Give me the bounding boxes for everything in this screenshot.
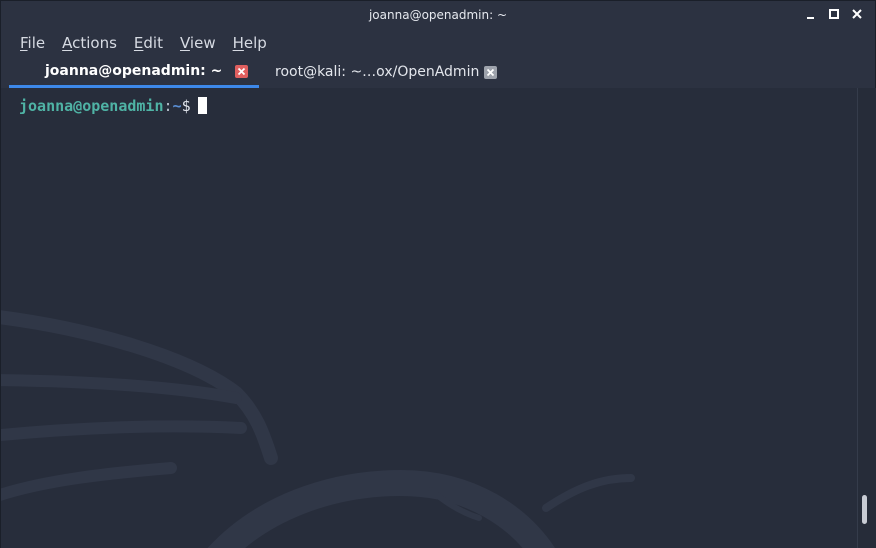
prompt-path: ~ bbox=[172, 97, 182, 115]
text-cursor bbox=[197, 97, 207, 114]
window-controls bbox=[805, 7, 863, 21]
menu-help-label: elp bbox=[243, 34, 267, 52]
menu-view[interactable]: View bbox=[180, 34, 216, 52]
menu-edit-mnemonic: E bbox=[133, 34, 144, 52]
minimize-icon[interactable] bbox=[805, 7, 817, 21]
tab-label: root@kali: ~…ox/OpenAdmin bbox=[275, 64, 480, 80]
menu-bar: File Actions Edit View Help bbox=[1, 29, 875, 57]
menu-actions-mnemonic: A bbox=[62, 34, 73, 52]
close-icon[interactable] bbox=[851, 7, 863, 21]
window-title: joanna@openadmin: ~ bbox=[368, 8, 508, 22]
terminal-area[interactable]: joanna@openadmin:~$ bbox=[1, 88, 857, 548]
menu-view-label: iew bbox=[189, 34, 216, 52]
scrollbar[interactable] bbox=[857, 88, 876, 548]
maximize-icon[interactable] bbox=[828, 7, 840, 21]
prompt-line: joanna@openadmin:~$ bbox=[19, 97, 207, 115]
menu-actions-label: ctions bbox=[72, 34, 117, 52]
tab-joanna[interactable]: joanna@openadmin: ~ bbox=[9, 57, 259, 88]
tab-bar: joanna@openadmin: ~ root@kali: ~…ox/Open… bbox=[1, 57, 875, 89]
prompt-symbol: $ bbox=[181, 97, 191, 115]
menu-actions[interactable]: Actions bbox=[62, 34, 117, 52]
menu-help-mnemonic: H bbox=[232, 34, 244, 52]
close-icon[interactable] bbox=[484, 66, 497, 79]
menu-edit[interactable]: Edit bbox=[134, 34, 163, 52]
menu-file[interactable]: File bbox=[20, 34, 45, 52]
menu-file-mnemonic: F bbox=[20, 34, 28, 52]
prompt-user: joanna@openadmin bbox=[19, 97, 164, 115]
prompt-separator: : bbox=[163, 97, 173, 115]
tab-root-kali[interactable]: root@kali: ~…ox/OpenAdmin bbox=[259, 57, 509, 88]
title-bar[interactable]: joanna@openadmin: ~ bbox=[1, 1, 875, 29]
tab-label: joanna@openadmin: ~ bbox=[45, 63, 223, 79]
terminal-window: joanna@openadmin: ~ File Actions Edit Vi… bbox=[0, 0, 876, 548]
menu-view-mnemonic: V bbox=[179, 34, 190, 52]
menu-file-label: ile bbox=[27, 34, 46, 52]
menu-edit-label: dit bbox=[143, 34, 163, 52]
close-icon[interactable] bbox=[235, 65, 248, 78]
scrollbar-thumb[interactable] bbox=[862, 495, 867, 524]
kali-dragon-logo bbox=[1, 310, 635, 548]
menu-help[interactable]: Help bbox=[233, 34, 267, 52]
